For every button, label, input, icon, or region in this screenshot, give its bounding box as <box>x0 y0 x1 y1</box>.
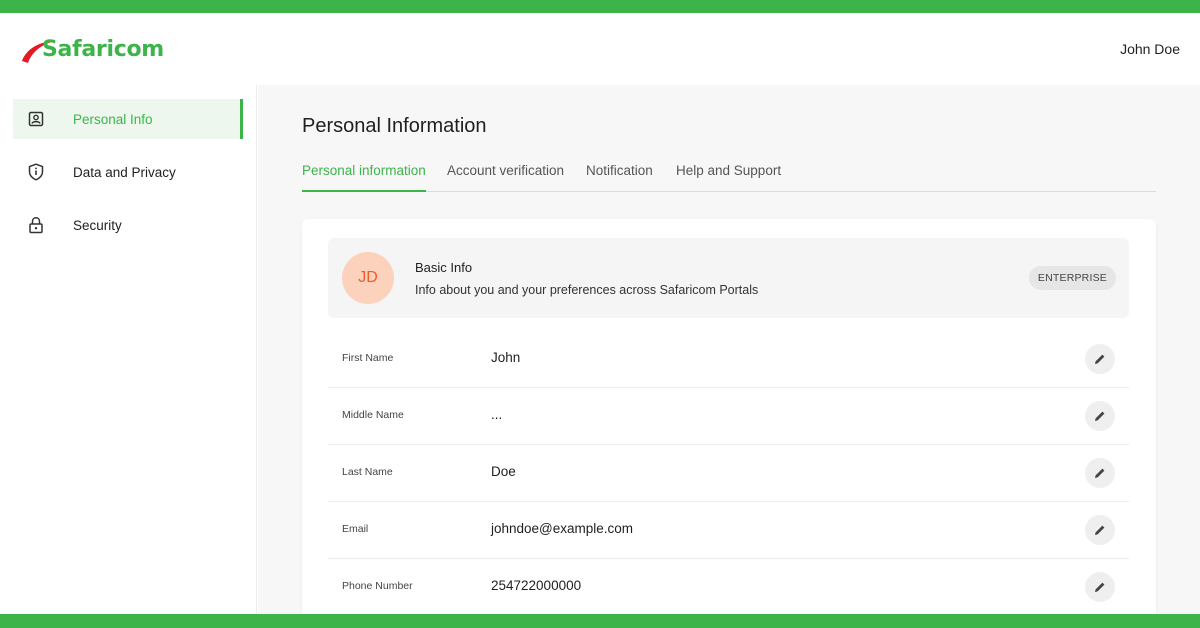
pencil-icon <box>1095 525 1105 535</box>
edit-last-name-button[interactable] <box>1085 458 1115 488</box>
sidebar-item-personal-info[interactable]: Personal Info <box>13 99 243 139</box>
tab-bar: Personal information Account verificatio… <box>302 157 1156 192</box>
user-name[interactable]: John Doe <box>1120 41 1180 57</box>
edit-phone-number-button[interactable] <box>1085 572 1115 602</box>
pencil-icon <box>1095 354 1105 364</box>
tab-account-verification[interactable]: Account verification <box>447 163 564 190</box>
field-row-middle-name: Middle Name ... <box>328 388 1129 445</box>
field-value: Doe <box>491 464 516 479</box>
shield-icon <box>26 162 46 182</box>
avatar: JD <box>342 252 394 304</box>
field-row-first-name: First Name John <box>328 331 1129 388</box>
tab-personal-information[interactable]: Personal information <box>302 163 426 192</box>
main-content: Personal Information Personal informatio… <box>258 85 1200 628</box>
edit-first-name-button[interactable] <box>1085 344 1115 374</box>
basic-info-title: Basic Info <box>415 260 473 275</box>
field-row-email: Email johndoe@example.com <box>328 502 1129 559</box>
field-label: Email <box>342 523 369 535</box>
sidebar-item-security[interactable]: Security <box>13 205 243 245</box>
account-type-badge: ENTERPRISE <box>1028 266 1116 290</box>
safaricom-logo[interactable]: Safaricom <box>20 33 170 67</box>
header: Safaricom John Doe <box>0 13 1200 85</box>
field-label: Phone Number <box>342 580 413 592</box>
field-row-phone-number: Phone Number 254722000000 <box>328 559 1129 616</box>
field-label: First Name <box>342 352 394 364</box>
field-value: 254722000000 <box>491 578 582 593</box>
id-card-icon <box>26 109 46 129</box>
tab-help-and-support[interactable]: Help and Support <box>676 163 781 190</box>
field-value: johndoe@example.com <box>491 521 634 536</box>
pencil-icon <box>1095 468 1105 478</box>
bottom-accent-bar <box>0 614 1200 628</box>
basic-info-subtitle: Info about you and your preferences acro… <box>415 283 759 297</box>
field-row-last-name: Last Name Doe <box>328 445 1129 502</box>
sidebar-item-label: Data and Privacy <box>73 164 176 180</box>
field-value: ... <box>491 407 503 422</box>
field-label: Middle Name <box>342 409 404 421</box>
pencil-icon <box>1095 582 1105 592</box>
page-title: Personal Information <box>302 115 487 137</box>
lock-icon <box>26 215 46 235</box>
sidebar-item-label: Personal Info <box>73 111 153 127</box>
sidebar-item-data-and-privacy[interactable]: Data and Privacy <box>13 152 243 192</box>
logo-text: Safaricom <box>42 37 164 62</box>
top-accent-bar <box>0 0 1200 13</box>
sidebar: Personal Info Data and Privacy Security <box>0 85 257 614</box>
basic-info-panel: JD Basic Info Info about you and your pr… <box>328 238 1129 318</box>
field-value: John <box>491 350 521 365</box>
personal-info-card: JD Basic Info Info about you and your pr… <box>302 219 1156 628</box>
field-label: Last Name <box>342 466 393 478</box>
edit-email-button[interactable] <box>1085 515 1115 545</box>
edit-middle-name-button[interactable] <box>1085 401 1115 431</box>
sidebar-item-label: Security <box>73 217 122 233</box>
tab-notification[interactable]: Notification <box>586 163 653 190</box>
pencil-icon <box>1095 411 1105 421</box>
